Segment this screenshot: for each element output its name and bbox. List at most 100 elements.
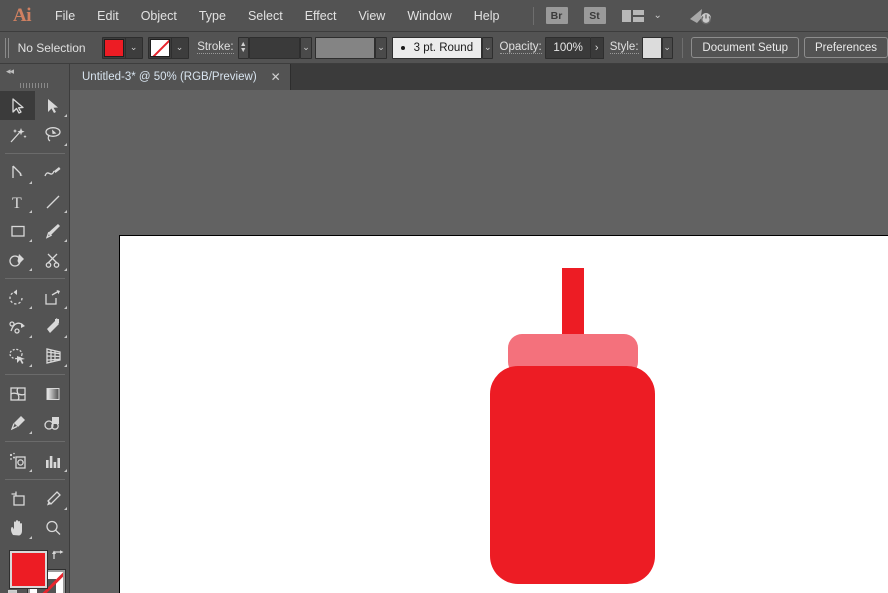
zoom-tool[interactable] <box>35 513 70 542</box>
search-adobe-stock-icon[interactable] <box>688 6 714 26</box>
paintbrush-tool[interactable] <box>35 216 70 245</box>
menu-bar: Ai File Edit Object Type Select Effect V… <box>0 0 888 32</box>
artboard-tool[interactable] <box>0 484 35 513</box>
tool-flyout-indicator-icon <box>29 431 32 434</box>
menu-select[interactable]: Select <box>237 0 294 32</box>
fill-stroke-indicator <box>0 546 70 593</box>
menu-edit[interactable]: Edit <box>86 0 130 32</box>
opacity-label[interactable]: Opacity: <box>500 41 542 54</box>
tool-flyout-indicator-icon <box>29 469 32 472</box>
menu-effect[interactable]: Effect <box>294 0 348 32</box>
tool-flyout-indicator-icon <box>29 268 32 271</box>
magic-wand-tool[interactable] <box>0 120 35 149</box>
perspective-grid-tool[interactable] <box>35 341 70 370</box>
menu-help[interactable]: Help <box>463 0 511 32</box>
tools-divider <box>5 374 65 375</box>
eyedropper-tool[interactable] <box>0 408 35 437</box>
stroke-swatch-none[interactable] <box>150 39 170 57</box>
hand-tool[interactable] <box>0 513 35 542</box>
stock-button[interactable]: St <box>584 7 606 24</box>
selection-status: No Selection <box>18 41 86 55</box>
tool-flyout-indicator-icon <box>64 143 67 146</box>
style-chevron-icon[interactable]: ⌄ <box>662 37 673 59</box>
graphic-style-swatch[interactable] <box>642 37 661 59</box>
variable-width-chevron-icon[interactable]: ⌄ <box>375 37 386 59</box>
variable-width-profile-swatch[interactable] <box>315 37 375 59</box>
control-bar-grip[interactable] <box>5 38 11 58</box>
curvature-tool[interactable] <box>35 158 70 187</box>
ketchup-bottle-artwork[interactable] <box>120 236 888 593</box>
tools-panel-grip[interactable] <box>0 79 69 91</box>
stroke-dropdown-chevron-icon[interactable]: ⌄ <box>171 38 188 58</box>
direct-selection-tool[interactable] <box>35 91 70 120</box>
opacity-expand-arrow-icon[interactable]: › <box>591 37 604 59</box>
shape-builder-tool[interactable] <box>0 341 35 370</box>
column-graph-tool[interactable] <box>35 446 70 475</box>
stroke-weight-stepper[interactable]: ▲▼ <box>238 37 249 59</box>
free-transform-tool[interactable] <box>35 312 70 341</box>
type-tool[interactable]: T <box>0 187 35 216</box>
rectangle-tool[interactable] <box>0 216 35 245</box>
slice-tool[interactable] <box>35 484 70 513</box>
symbol-sprayer-tool[interactable] <box>0 446 35 475</box>
eraser-scissors-tool[interactable] <box>35 245 70 274</box>
lasso-tool[interactable] <box>35 120 70 149</box>
collapse-panel-icon[interactable]: ◂◂ <box>0 64 69 79</box>
bottle-nozzle <box>562 268 584 336</box>
tool-flyout-indicator-icon <box>29 306 32 309</box>
preferences-button[interactable]: Preferences <box>804 37 888 58</box>
tools-group-draw: T <box>0 158 70 274</box>
close-icon[interactable]: ✕ <box>271 71 281 83</box>
artboard[interactable] <box>119 235 888 593</box>
fill-dropdown-chevron-icon[interactable]: ⌄ <box>125 38 142 58</box>
gradient-tool[interactable] <box>35 379 70 408</box>
stroke-weight-chevron-icon[interactable]: ⌄ <box>300 37 311 59</box>
document-tab-title: Untitled-3* @ 50% (RGB/Preview) <box>82 71 257 83</box>
blend-tool[interactable] <box>35 408 70 437</box>
canvas-area[interactable] <box>70 90 888 593</box>
fill-indicator-red[interactable] <box>10 551 47 588</box>
tools-group-symbols <box>0 446 70 475</box>
svg-text:T: T <box>12 195 22 211</box>
brush-definition-label: 3 pt. Round <box>414 42 473 54</box>
brush-definition-chevron-icon[interactable]: ⌄ <box>482 37 493 59</box>
document-tab[interactable]: Untitled-3* @ 50% (RGB/Preview) ✕ <box>70 64 291 90</box>
tool-flyout-indicator-icon <box>29 239 32 242</box>
pen-tool[interactable] <box>0 158 35 187</box>
stroke-color-control[interactable]: ⌄ <box>148 37 189 59</box>
tools-divider <box>5 441 65 442</box>
bridge-button[interactable]: Br <box>546 7 568 24</box>
workspace-switcher-icon[interactable]: ⌄ <box>622 10 662 22</box>
menu-object[interactable]: Object <box>130 0 188 32</box>
document-tab-bar: Untitled-3* @ 50% (RGB/Preview) ✕ <box>70 64 888 90</box>
rotate-tool[interactable] <box>0 283 35 312</box>
style-label[interactable]: Style: <box>610 41 639 54</box>
document-setup-button[interactable]: Document Setup <box>691 37 799 58</box>
mesh-tool[interactable] <box>0 379 35 408</box>
menu-type[interactable]: Type <box>188 0 237 32</box>
menu-divider <box>533 7 534 25</box>
width-warp-tool[interactable] <box>0 312 35 341</box>
selection-tool[interactable] <box>0 91 35 120</box>
opacity-input[interactable]: 100% <box>545 37 590 59</box>
tools-group-transform <box>0 283 70 370</box>
tool-flyout-indicator-icon <box>29 335 32 338</box>
fill-swatch[interactable] <box>104 39 124 57</box>
swap-fill-stroke-icon[interactable] <box>50 548 66 562</box>
stroke-weight-input[interactable] <box>249 37 301 59</box>
tool-flyout-indicator-icon <box>29 536 32 539</box>
scale-shear-tool[interactable] <box>35 283 70 312</box>
fill-color-control[interactable]: ⌄ <box>102 37 143 59</box>
tools-group-selection <box>0 91 70 149</box>
tool-flyout-indicator-icon <box>64 210 67 213</box>
menu-file[interactable]: File <box>44 0 86 32</box>
app-logo: Ai <box>0 0 44 32</box>
menu-window[interactable]: Window <box>396 0 462 32</box>
menu-view[interactable]: View <box>347 0 396 32</box>
line-segment-tool[interactable] <box>35 187 70 216</box>
stroke-weight-label[interactable]: Stroke: <box>197 41 233 54</box>
brush-definition-field[interactable]: 3 pt. Round <box>392 37 482 59</box>
control-options-bar: No Selection ⌄ ⌄ Stroke: ▲▼ ⌄ ⌄ 3 pt. Ro… <box>0 32 888 64</box>
shaper-pencil-tool[interactable] <box>0 245 35 274</box>
tools-group-navigation <box>0 484 70 542</box>
